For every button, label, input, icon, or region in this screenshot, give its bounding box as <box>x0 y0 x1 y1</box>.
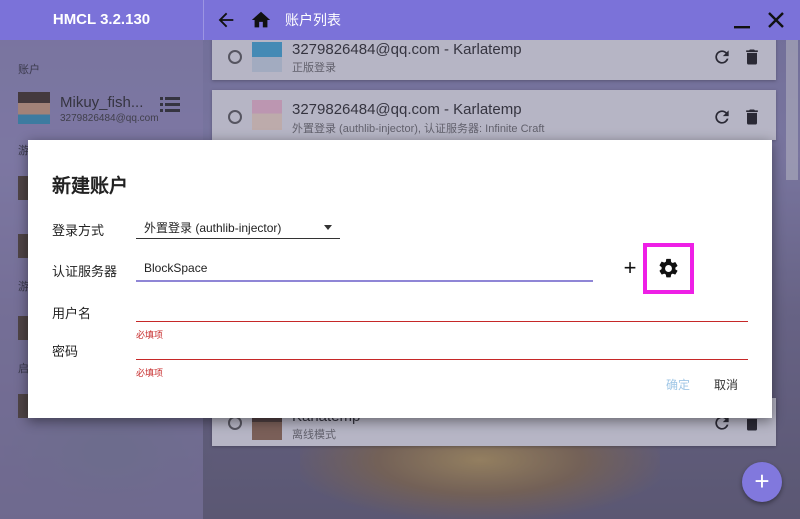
app-title: HMCL 3.2.130 <box>0 0 203 40</box>
add-server-button[interactable]: + <box>621 256 639 280</box>
gear-icon <box>659 258 678 278</box>
confirm-button[interactable]: 确定 <box>666 376 690 393</box>
dropdown-arrow-icon <box>324 225 332 230</box>
server-settings-button[interactable] <box>643 243 694 294</box>
auth-server-label: 认证服务器 <box>52 264 118 279</box>
close-icon[interactable] <box>766 10 786 30</box>
minimize-icon[interactable] <box>733 10 751 30</box>
new-account-dialog: 新建账户 登录方式 外置登录 (authlib-injector) 认证服务器 … <box>28 140 772 418</box>
add-account-button[interactable]: + <box>742 462 782 502</box>
title-bar: HMCL 3.2.130 账户列表 <box>0 0 800 40</box>
password-error: 必填项 <box>136 368 164 378</box>
password-input[interactable] <box>136 334 748 360</box>
password-label: 密码 <box>52 344 79 359</box>
login-method-label: 登录方式 <box>52 223 105 238</box>
dialog-title: 新建账户 <box>52 176 129 197</box>
auth-server-select[interactable]: BlockSpace <box>136 256 593 282</box>
username-label: 用户名 <box>52 306 92 321</box>
login-method-select[interactable]: 外置登录 (authlib-injector) <box>136 215 340 239</box>
title-divider <box>203 0 204 40</box>
back-arrow-icon[interactable] <box>215 9 237 31</box>
login-method-value: 外置登录 (authlib-injector) <box>144 221 282 235</box>
username-input[interactable] <box>136 296 748 322</box>
page-title: 账户列表 <box>285 12 341 28</box>
cancel-button[interactable]: 取消 <box>714 376 738 393</box>
home-icon[interactable] <box>250 9 272 31</box>
